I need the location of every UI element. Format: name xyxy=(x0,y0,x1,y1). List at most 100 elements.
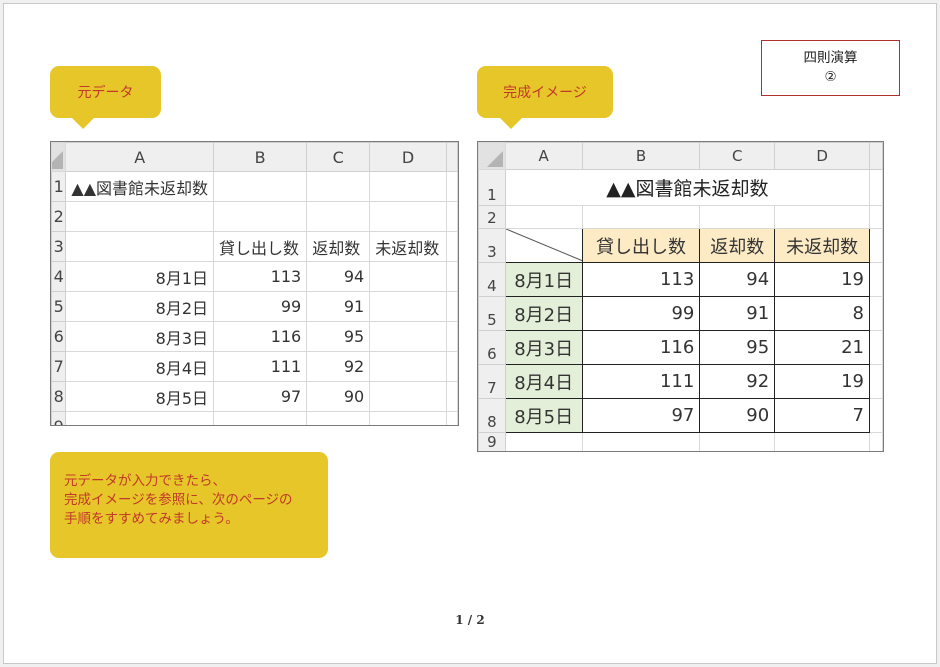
cell-lent[interactable]: 97 xyxy=(581,398,701,433)
cell-date[interactable]: 8月1日 xyxy=(65,261,215,292)
cell-e[interactable] xyxy=(445,291,458,322)
cell-e2[interactable] xyxy=(445,201,458,232)
cell-e2[interactable] xyxy=(869,205,883,229)
cell-c3[interactable]: 返却数 xyxy=(306,231,371,262)
diagonal-corner-cell[interactable] xyxy=(504,228,583,263)
column-header-e[interactable] xyxy=(445,142,458,172)
cell-unreturned[interactable]: 21 xyxy=(774,330,870,365)
cell-c2[interactable] xyxy=(699,205,776,229)
row-header[interactable]: 6 xyxy=(478,330,506,365)
cell-e[interactable] xyxy=(445,381,458,412)
column-header-a[interactable]: A xyxy=(65,142,215,172)
cell-e[interactable] xyxy=(869,398,883,433)
column-header-c[interactable]: C xyxy=(699,142,776,170)
cell-e9[interactable] xyxy=(445,411,458,425)
cell-date[interactable]: 8月5日 xyxy=(504,398,583,433)
row-header[interactable]: 6 xyxy=(51,321,67,352)
column-header-b[interactable]: B xyxy=(213,142,308,172)
row-header[interactable]: 7 xyxy=(51,351,67,382)
cell-b1[interactable] xyxy=(213,171,308,202)
cell-unreturned[interactable]: 8 xyxy=(774,296,870,331)
cell-lent[interactable]: 116 xyxy=(581,330,701,365)
cell-unreturned[interactable]: 7 xyxy=(774,398,870,433)
header-returned[interactable]: 返却数 xyxy=(699,228,776,263)
select-all-corner[interactable] xyxy=(478,142,506,170)
cell-lent[interactable]: 99 xyxy=(581,296,701,331)
cell-a9[interactable] xyxy=(65,411,215,425)
row-header[interactable]: 5 xyxy=(478,296,506,331)
cell-returned[interactable]: 91 xyxy=(306,291,371,322)
row-header[interactable]: 5 xyxy=(51,291,67,322)
row-header[interactable]: 8 xyxy=(51,381,67,412)
cell-e[interactable] xyxy=(445,351,458,382)
cell-e[interactable] xyxy=(445,261,458,292)
row-header[interactable]: 7 xyxy=(478,364,506,399)
cell-a2[interactable] xyxy=(504,205,583,229)
cell-returned[interactable]: 95 xyxy=(306,321,371,352)
cell-d9[interactable] xyxy=(774,432,870,451)
row-header[interactable]: 4 xyxy=(51,261,67,292)
cell-c9[interactable] xyxy=(699,432,776,451)
cell-e1[interactable] xyxy=(445,171,458,202)
cell-returned[interactable]: 95 xyxy=(699,330,776,365)
row-header[interactable]: 3 xyxy=(478,228,506,263)
cell-returned[interactable]: 91 xyxy=(699,296,776,331)
row-header[interactable]: 3 xyxy=(51,231,67,262)
cell-c1[interactable] xyxy=(306,171,371,202)
cell-unreturned[interactable] xyxy=(369,321,447,352)
cell-date[interactable]: 8月1日 xyxy=(504,262,583,297)
cell-date[interactable]: 8月2日 xyxy=(65,291,215,322)
cell-returned[interactable]: 94 xyxy=(699,262,776,297)
column-header-d[interactable]: D xyxy=(369,142,447,172)
cell-d1[interactable] xyxy=(369,171,447,202)
cell-e[interactable] xyxy=(869,364,883,399)
cell-b3[interactable]: 貸し出し数 xyxy=(213,231,308,262)
header-lent[interactable]: 貸し出し数 xyxy=(581,228,701,263)
cell-c9[interactable] xyxy=(306,411,371,425)
column-header-b[interactable]: B xyxy=(581,142,701,170)
cell-d2[interactable] xyxy=(369,201,447,232)
cell-unreturned[interactable] xyxy=(369,351,447,382)
cell-lent[interactable]: 113 xyxy=(581,262,701,297)
cell-returned[interactable]: 92 xyxy=(699,364,776,399)
merged-title-cell[interactable]: ▲▲図書館未返却数 xyxy=(504,169,871,206)
cell-lent[interactable]: 116 xyxy=(213,321,308,352)
cell-lent[interactable]: 111 xyxy=(581,364,701,399)
column-header-d[interactable]: D xyxy=(774,142,870,170)
cell-d3[interactable]: 未返却数 xyxy=(369,231,447,262)
cell-lent[interactable]: 99 xyxy=(213,291,308,322)
row-header[interactable]: 1 xyxy=(51,171,67,202)
cell-lent[interactable]: 111 xyxy=(213,351,308,382)
cell-returned[interactable]: 92 xyxy=(306,351,371,382)
cell-e[interactable] xyxy=(869,296,883,331)
cell-date[interactable]: 8月4日 xyxy=(65,351,215,382)
cell-b2[interactable] xyxy=(581,205,701,229)
cell-b9[interactable] xyxy=(213,411,308,425)
cell-returned[interactable]: 90 xyxy=(306,381,371,412)
column-header-e[interactable] xyxy=(869,142,883,170)
row-header[interactable]: 1 xyxy=(478,169,506,206)
cell-c2[interactable] xyxy=(306,201,371,232)
row-header[interactable]: 8 xyxy=(478,398,506,433)
row-header[interactable]: 9 xyxy=(478,432,506,451)
cell-date[interactable]: 8月3日 xyxy=(65,321,215,352)
cell-e[interactable] xyxy=(445,321,458,352)
cell-a3[interactable] xyxy=(65,231,215,262)
cell-e[interactable] xyxy=(869,330,883,365)
cell-unreturned[interactable] xyxy=(369,291,447,322)
cell-unreturned[interactable]: 19 xyxy=(774,262,870,297)
column-header-c[interactable]: C xyxy=(306,142,371,172)
cell-d2[interactable] xyxy=(774,205,870,229)
cell-e3[interactable] xyxy=(445,231,458,262)
cell-e1[interactable] xyxy=(869,169,883,206)
cell-b9[interactable] xyxy=(581,432,701,451)
cell-a1[interactable]: ▲▲図書館未返却数 xyxy=(65,171,215,202)
cell-a2[interactable] xyxy=(65,201,215,232)
cell-unreturned[interactable] xyxy=(369,261,447,292)
column-header-a[interactable]: A xyxy=(504,142,583,170)
cell-date[interactable]: 8月2日 xyxy=(504,296,583,331)
cell-d9[interactable] xyxy=(369,411,447,425)
row-header[interactable]: 2 xyxy=(51,201,67,232)
cell-e3[interactable] xyxy=(869,228,883,263)
cell-returned[interactable]: 90 xyxy=(699,398,776,433)
